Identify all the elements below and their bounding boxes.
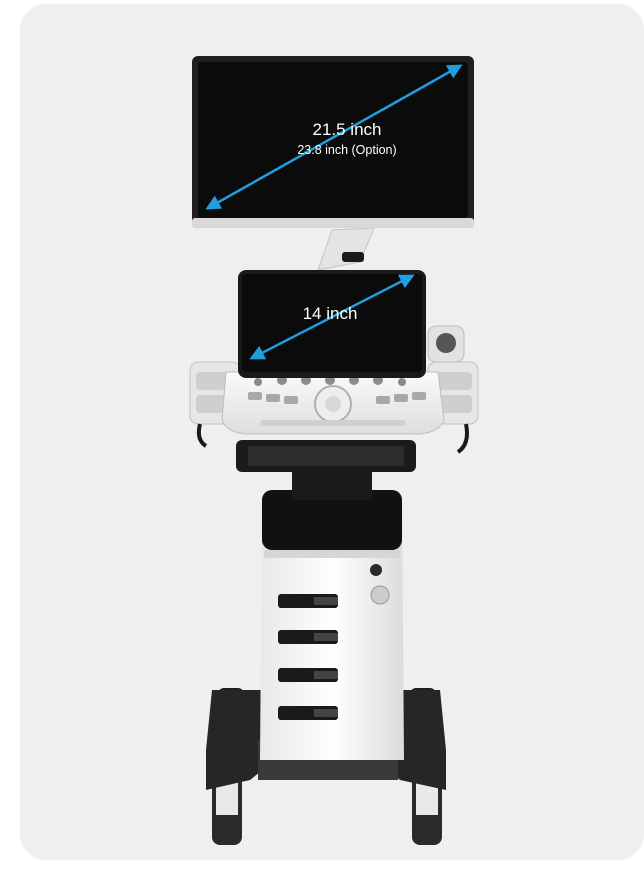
touch-screen-size-label: 14 inch <box>302 304 358 323</box>
main-body <box>260 490 404 760</box>
main-monitor-option-label: 23.8 inch (Option) <box>297 143 397 157</box>
keyboard-tray <box>236 440 416 472</box>
monitor-arm <box>317 227 375 271</box>
control-panel <box>221 371 445 435</box>
touch-screen <box>238 270 426 378</box>
main-monitor-size-label: 21.5 inch <box>312 120 382 139</box>
